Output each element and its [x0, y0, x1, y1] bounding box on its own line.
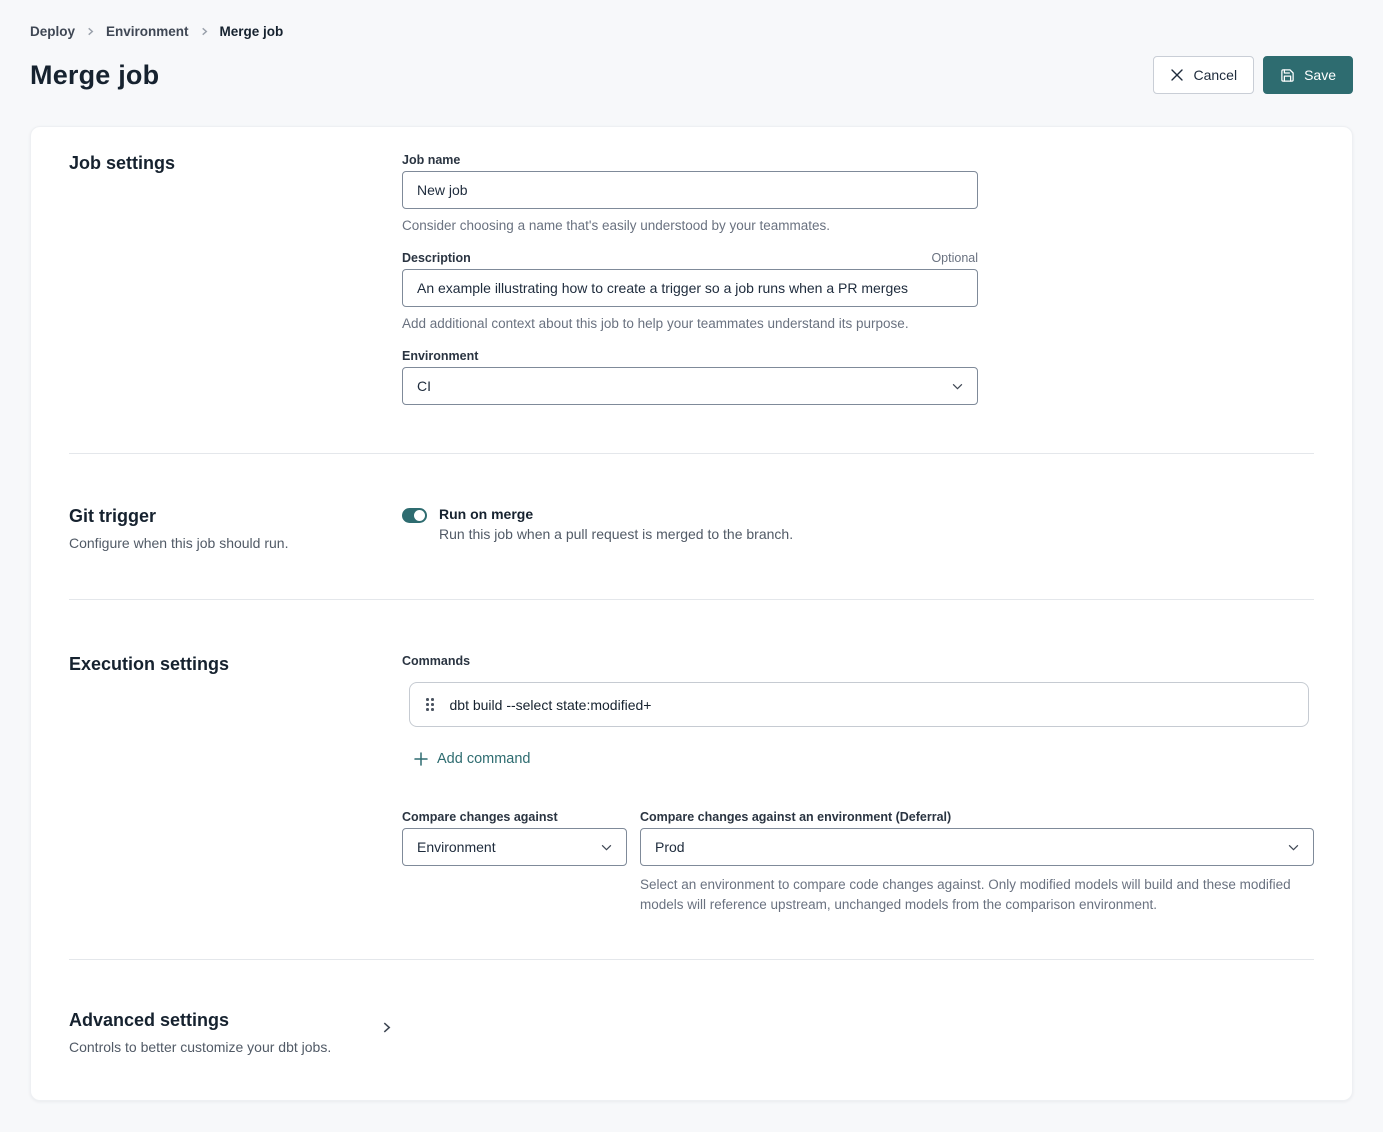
job-name-field-group: Job name Consider choosing a name that's… [402, 153, 978, 233]
run-on-merge-description: Run this job when a pull request is merg… [439, 526, 793, 542]
compare-select-value: Environment [417, 839, 496, 855]
git-trigger-subheading: Configure when this job should run. [69, 535, 402, 551]
chevron-down-icon [601, 844, 612, 851]
header-actions: Cancel Save [1153, 56, 1353, 94]
cancel-button[interactable]: Cancel [1153, 56, 1254, 94]
deferral-help: Select an environment to compare code ch… [640, 875, 1300, 916]
toggle-knob [414, 510, 425, 521]
close-icon [1170, 68, 1184, 82]
deferral-label: Compare changes against an environment (… [640, 810, 1314, 824]
job-name-label: Job name [402, 153, 978, 167]
compare-field-group: Compare changes against Environment [402, 810, 627, 916]
page: Deploy Environment Merge job Merge job C… [0, 0, 1383, 1101]
section-advanced-settings: Advanced settings Controls to better cus… [69, 960, 1314, 1055]
breadcrumb-merge-job: Merge job [220, 24, 284, 39]
environment-select-value: CI [417, 378, 431, 394]
advanced-settings-subheading: Controls to better customize your dbt jo… [69, 1039, 381, 1055]
expand-chevron-right-icon[interactable] [381, 1022, 392, 1033]
breadcrumb-deploy[interactable]: Deploy [30, 24, 75, 39]
environment-field-group: Environment CI [402, 349, 978, 405]
job-name-input[interactable] [402, 171, 978, 209]
run-on-merge-row: Run on merge Run this job when a pull re… [402, 506, 1314, 542]
environment-label: Environment [402, 349, 978, 363]
breadcrumb: Deploy Environment Merge job [30, 0, 1353, 39]
description-field-group: Description Optional Add additional cont… [402, 251, 978, 331]
cancel-button-label: Cancel [1193, 67, 1237, 83]
commands-label: Commands [402, 654, 1314, 668]
deferral-select[interactable]: Prod [640, 828, 1314, 866]
environment-select[interactable]: CI [402, 367, 978, 405]
description-label: Description [402, 251, 471, 265]
section-execution-settings: Execution settings Commands dbt build --… [69, 600, 1314, 959]
execution-settings-heading: Execution settings [69, 654, 402, 675]
job-name-help: Consider choosing a name that's easily u… [402, 218, 978, 233]
breadcrumb-environment[interactable]: Environment [106, 24, 189, 39]
page-title: Merge job [30, 60, 159, 91]
chevron-down-icon [1288, 844, 1299, 851]
compare-label: Compare changes against [402, 810, 627, 824]
save-button[interactable]: Save [1263, 56, 1353, 94]
description-help: Add additional context about this job to… [402, 316, 978, 331]
run-on-merge-toggle[interactable] [402, 508, 427, 523]
save-icon [1280, 68, 1295, 83]
chevron-down-icon [952, 383, 963, 390]
save-button-label: Save [1304, 67, 1336, 83]
section-job-settings: Job settings Job name Consider choosing … [69, 153, 1314, 453]
run-on-merge-label: Run on merge [439, 506, 793, 522]
section-git-trigger: Git trigger Configure when this job shou… [69, 454, 1314, 599]
deferral-field-group: Compare changes against an environment (… [640, 810, 1314, 916]
plus-icon [414, 752, 428, 766]
chevron-right-icon [86, 27, 95, 36]
chevron-right-icon [200, 27, 209, 36]
command-row[interactable]: dbt build --select state:modified+ [409, 682, 1309, 727]
job-settings-heading: Job settings [69, 153, 402, 174]
add-command-label: Add command [437, 751, 531, 767]
git-trigger-heading: Git trigger [69, 506, 402, 527]
page-header: Merge job Cancel Save [30, 56, 1353, 94]
command-text[interactable]: dbt build --select state:modified+ [450, 697, 652, 713]
description-input[interactable] [402, 269, 978, 307]
advanced-settings-heading: Advanced settings [69, 1010, 381, 1031]
description-optional-badge: Optional [931, 251, 978, 265]
deferral-select-value: Prod [655, 839, 685, 855]
compare-select[interactable]: Environment [402, 828, 627, 866]
job-settings-card: Job settings Job name Consider choosing … [30, 126, 1353, 1101]
compare-row: Compare changes against Environment Comp… [402, 810, 1314, 916]
drag-handle-icon[interactable] [426, 698, 434, 711]
add-command-button[interactable]: Add command [414, 751, 531, 767]
